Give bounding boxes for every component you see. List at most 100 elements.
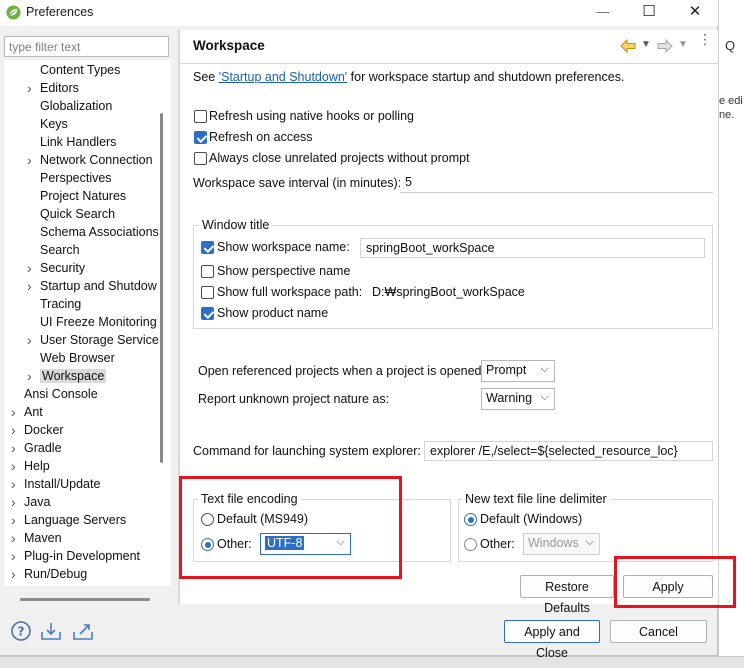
chevron-right-icon[interactable]: › [11,439,19,457]
filter-input[interactable] [4,36,169,57]
tree-item[interactable]: Tracing [40,295,81,313]
chevron-right-icon[interactable]: › [27,367,35,385]
chevron-right-icon[interactable]: › [11,511,19,529]
tree-horizontal-scrollbar[interactable] [20,598,150,601]
refresh-native-checkbox[interactable] [194,110,207,123]
forward-arrow-icon[interactable] [657,39,673,53]
tree-item[interactable]: › Startup and Shutdow [27,277,157,295]
delimiter-other-select[interactable]: Windows ⌵ [523,533,600,555]
tree-item[interactable]: › Network Connection [27,151,153,169]
maximize-icon: ☐ [642,3,656,20]
tree-item[interactable]: UI Freeze Monitoring [40,313,157,331]
tree-item-label: Security [40,261,86,275]
tree-item[interactable]: › Docker [11,421,64,439]
report-unknown-select[interactable]: Warning ⌵ [481,388,555,410]
forward-dropdown-icon[interactable]: ▼ [678,39,688,50]
show-full-path-checkbox[interactable] [201,286,214,299]
open-referenced-select[interactable]: Prompt ⌵ [481,360,555,382]
show-perspective-name-checkbox[interactable] [201,265,214,278]
delimiter-default-radio[interactable] [464,513,477,526]
maximize-button[interactable]: ☐ [626,0,672,26]
tree-item[interactable]: › Java [11,493,50,511]
tree-item-label: Maven [24,531,62,545]
import-icon[interactable] [40,620,64,642]
intro-text: See 'Startup and Shutdown' for workspace… [193,70,625,84]
chevron-right-icon[interactable]: › [11,547,19,565]
tree-item[interactable]: Ansi Console [24,385,98,403]
chevron-right-icon[interactable]: › [27,151,35,169]
tree-item[interactable]: › Maven [11,529,62,547]
tree-item[interactable]: Search [40,241,80,259]
show-workspace-name-checkbox[interactable] [201,241,214,254]
export-icon[interactable] [72,620,96,642]
chevron-right-icon[interactable]: › [11,457,19,475]
chevron-right-icon[interactable]: › [11,421,19,439]
apply-button[interactable]: Apply [623,575,713,598]
chevron-right-icon[interactable]: › [27,79,35,97]
close-icon: ✕ [688,3,702,20]
back-arrow-icon[interactable] [620,39,636,53]
tree-item[interactable]: › Gradle [11,439,62,457]
tree-item[interactable]: › Help [11,457,50,475]
tree-item-label: Gradle [24,441,62,455]
tree-item-label: Globalization [40,99,113,113]
encoding-default-radio[interactable] [201,513,214,526]
background-editor-strip: Q e edi ne. [718,0,744,668]
explorer-command-input[interactable]: explorer /E,/select=${selected_resource_… [424,441,713,461]
chevron-right-icon[interactable]: › [27,259,35,277]
chevron-right-icon[interactable]: › [11,529,19,547]
refresh-on-access-checkbox[interactable] [194,131,207,144]
tree-item[interactable]: › Install/Update [11,475,100,493]
tree-item-label: UI Freeze Monitoring [40,315,157,329]
tree-item-label: Search [40,243,80,257]
open-referenced-label: Open referenced projects when a project … [198,364,485,378]
chevron-right-icon[interactable]: › [27,331,35,349]
close-unrelated-checkbox[interactable] [194,152,207,165]
tree-item[interactable]: Globalization [40,97,112,115]
tree-item[interactable]: Quick Search [40,205,115,223]
view-menu-icon[interactable]: ⋮ [698,32,712,46]
tree-item[interactable]: › Workspace [27,367,107,385]
tree-item[interactable]: Project Natures [40,187,126,205]
chevron-right-icon[interactable]: › [11,403,19,421]
tree-item-label: Docker [24,423,64,437]
preference-tree[interactable]: Content Types › Editors Globalization Keys Li… [4,60,171,586]
tree-item-label: Workspace [40,369,107,383]
tree-item[interactable]: › Editors [27,79,79,97]
minimize-button[interactable]: — [580,0,626,26]
tree-item[interactable]: Content Types [40,61,120,79]
tree-item-label: Startup and Shutdow [40,279,157,293]
tree-item-label: Language Servers [24,513,127,527]
show-workspace-name-label: Show workspace name: [217,240,350,254]
tree-vertical-scrollbar[interactable] [160,113,163,463]
tree-item[interactable]: Schema Associations [40,223,159,241]
encoding-other-radio[interactable] [201,538,214,551]
tree-item[interactable]: Web Browser [40,349,115,367]
startup-shutdown-link[interactable]: 'Startup and Shutdown' [219,70,347,84]
tree-item[interactable]: › Plug-in Development [11,547,140,565]
cancel-button[interactable]: Cancel [610,620,707,643]
tree-item[interactable]: › User Storage Service [27,331,159,349]
tree-item[interactable]: Keys [40,115,68,133]
save-interval-input[interactable]: 5 [400,173,713,193]
help-icon[interactable]: ? [10,620,34,642]
tree-item[interactable]: › Security [27,259,86,277]
delimiter-other-radio[interactable] [464,538,477,551]
tree-item[interactable]: › Run/Debug [11,565,87,583]
page-title: Workspace [193,38,265,53]
close-button[interactable]: ✕ [672,0,718,26]
workspace-name-input[interactable]: springBoot_workSpace [360,238,705,258]
tree-item[interactable]: › Ant [11,403,43,421]
chevron-right-icon[interactable]: › [27,277,35,295]
chevron-right-icon[interactable]: › [11,475,19,493]
apply-and-close-button[interactable]: Apply and Close [504,620,600,660]
encoding-other-select[interactable]: UTF-8 ⌵ [260,533,351,555]
tree-item[interactable]: Perspectives [40,169,112,187]
tree-item[interactable]: › Language Servers [11,511,127,529]
chevron-right-icon[interactable]: › [11,493,19,511]
tree-item[interactable]: Link Handlers [40,133,116,151]
back-dropdown-icon[interactable]: ▼ [641,39,651,50]
chevron-right-icon[interactable]: › [11,565,19,583]
show-product-name-checkbox[interactable] [201,307,214,320]
restore-defaults-button[interactable]: Restore Defaults [520,575,614,615]
